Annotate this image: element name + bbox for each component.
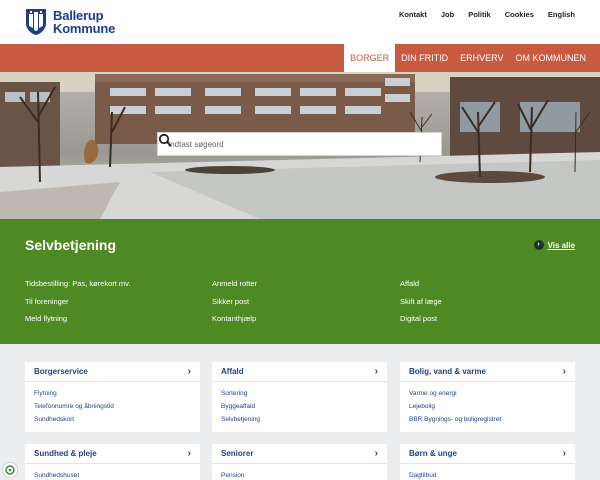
chevron-right-icon: › (562, 366, 566, 377)
chevron-right-icon: › (562, 448, 566, 459)
card-link[interactable]: Sortering (221, 387, 378, 400)
nav-item-erhverv[interactable]: ERHVERV (454, 44, 509, 72)
card-born-unge: Børn & unge › Dagtilbud (400, 444, 575, 480)
site-logo[interactable]: Ballerup Kommune (25, 8, 115, 36)
search-box (157, 132, 442, 156)
self-service-link[interactable]: Skift af læge (400, 297, 442, 315)
self-service-column-3: Affald Skift af læge Digital post (400, 279, 442, 332)
logo-wordmark: Ballerup Kommune (53, 9, 115, 35)
self-service-link[interactable]: Anmeld rotter (212, 279, 257, 297)
card-header[interactable]: Seniorer › (212, 444, 387, 464)
card-title: Bolig, vand & varme (409, 367, 486, 376)
coat-of-arms-icon (26, 9, 46, 35)
card-title: Borgerservice (34, 367, 88, 376)
self-service-link[interactable]: Digital post (400, 314, 442, 332)
card-link[interactable]: Varme og energi (409, 387, 566, 400)
self-service-link[interactable]: Meld flytning (25, 314, 130, 332)
chevron-right-icon: › (187, 448, 191, 459)
self-service-column-1: Tidsbestilling: Pas, kørekort mv. Til fo… (25, 279, 130, 332)
card-sundhed: Sundhed & pleje › Sundhedshuset (25, 444, 200, 480)
card-title: Børn & unge (409, 449, 457, 458)
card-link[interactable]: Pension (221, 469, 378, 480)
card-link[interactable]: Byggeaffald (221, 400, 378, 413)
chevron-right-icon: › (533, 240, 544, 250)
self-service-link[interactable]: Affald (400, 279, 442, 297)
self-service-title: Selvbetjening (25, 237, 117, 253)
card-link[interactable]: Sundhedskort (34, 413, 191, 426)
utility-nav: Kontakt Job Politik Cookies English (399, 10, 575, 19)
nav-item-borger[interactable]: BORGER (344, 44, 396, 72)
site-header: Ballerup Kommune Kontakt Job Politik Coo… (0, 0, 600, 44)
card-affald: Affald › Sortering Byggeaffald Selvbetje… (212, 362, 387, 432)
see-all-label: Vis alle (547, 240, 575, 250)
chevron-right-icon: › (187, 366, 191, 377)
card-link[interactable]: Telefonnumre og åbningstid (34, 400, 191, 413)
card-title: Sundhed & pleje (34, 449, 97, 458)
self-service-link[interactable]: Tidsbestilling: Pas, kørekort mv. (25, 279, 130, 297)
cookie-settings-button[interactable] (2, 462, 18, 478)
card-title: Affald (221, 367, 244, 376)
self-service-link[interactable]: Sikker post (212, 297, 257, 315)
logo-line-2: Kommune (53, 21, 116, 36)
nav-item-din-fritid[interactable]: DIN FRITID (395, 44, 454, 72)
card-link[interactable]: Sundhedshuset (34, 469, 191, 480)
card-link[interactable]: Dagtilbud (409, 469, 566, 480)
hero-image (0, 72, 600, 219)
card-borgerservice: Borgerservice › Flytning Telefonnumre og… (25, 362, 200, 432)
top-link-politik[interactable]: Politik (468, 10, 491, 19)
top-link-kontakt[interactable]: Kontakt (399, 10, 427, 19)
card-header[interactable]: Sundhed & pleje › (25, 444, 200, 464)
card-title: Seniorer (221, 449, 254, 458)
card-header[interactable]: Bolig, vand & varme › (400, 362, 575, 382)
cookie-icon (5, 465, 15, 475)
self-service-link[interactable]: Til foreninger (25, 297, 130, 315)
search-input[interactable] (158, 133, 408, 155)
card-header[interactable]: Affald › (212, 362, 387, 382)
search-icon[interactable] (158, 133, 172, 147)
top-link-job[interactable]: Job (441, 10, 454, 19)
self-service-link[interactable]: Kontanthjælp (212, 314, 257, 332)
main-nav: BORGER DIN FRITID ERHVERV OM KOMMUNEN (0, 44, 600, 72)
card-link[interactable]: BBR Bygnings- og boligregistret (409, 413, 566, 426)
card-bolig: Bolig, vand & varme › Varme og energi Le… (400, 362, 575, 432)
self-service-section: Selvbetjening › Vis alle Tidsbestilling:… (0, 219, 600, 344)
card-link[interactable]: Flytning (34, 387, 191, 400)
top-link-cookies[interactable]: Cookies (505, 10, 534, 19)
card-seniorer: Seniorer › Pension (212, 444, 387, 480)
see-all-link[interactable]: › Vis alle (533, 240, 575, 250)
chevron-right-icon: › (374, 448, 378, 459)
card-header[interactable]: Borgerservice › (25, 362, 200, 382)
chevron-right-icon: › (374, 366, 378, 377)
card-link[interactable]: Lejebolig (409, 400, 566, 413)
card-header[interactable]: Børn & unge › (400, 444, 575, 464)
card-link[interactable]: Selvbetjening (221, 413, 378, 426)
top-link-english[interactable]: English (548, 10, 575, 19)
nav-item-om-kommunen[interactable]: OM KOMMUNEN (510, 44, 593, 72)
self-service-column-2: Anmeld rotter Sikker post Kontanthjælp (212, 279, 257, 332)
